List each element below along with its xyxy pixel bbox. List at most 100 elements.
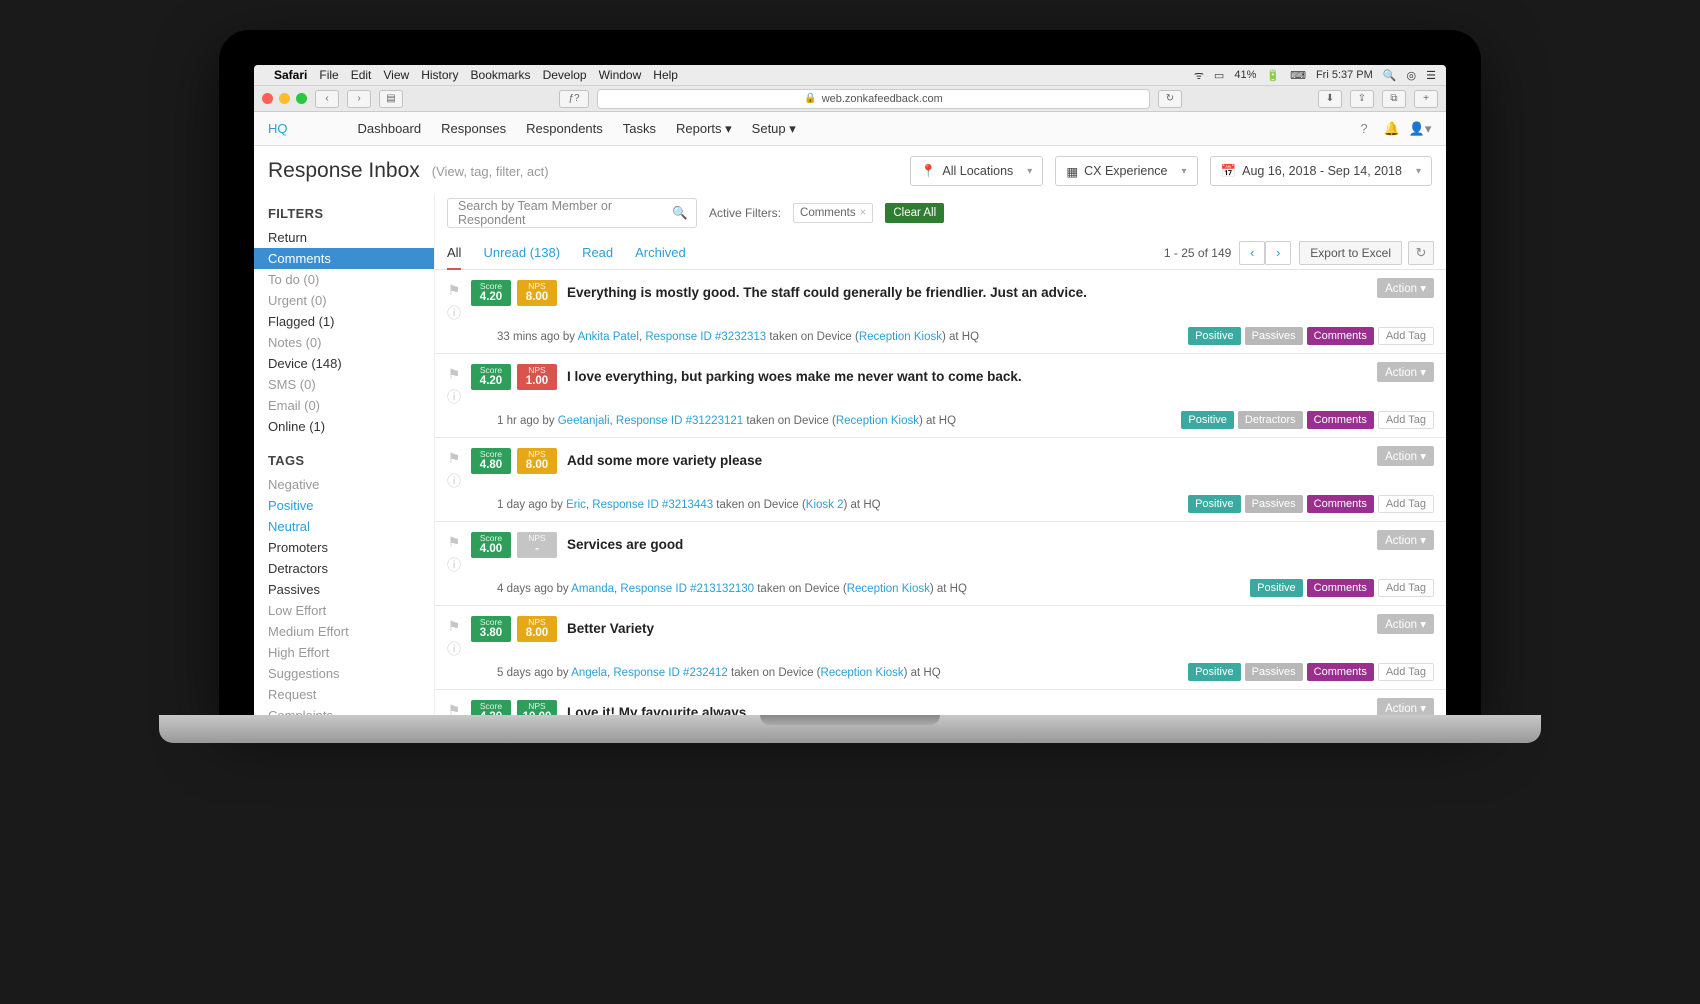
device-link[interactable]: Reception Kiosk xyxy=(847,583,930,595)
help-icon[interactable]: ? xyxy=(1352,121,1376,136)
response-row[interactable]: ⚑ ⓘ Score3.80 NPS8.00 Better Variety 5 d… xyxy=(435,606,1446,690)
sidebar-tag-item[interactable]: Positive xyxy=(254,495,434,516)
mac-menu-item[interactable]: File xyxy=(319,68,338,82)
mac-menu-item[interactable]: Bookmarks xyxy=(471,68,531,82)
mac-menu-item[interactable]: Help xyxy=(653,68,678,82)
response-id-link[interactable]: Response ID #213132130 xyxy=(620,583,754,595)
response-row[interactable]: ⚑ ⓘ Score4.00 NPS- Services are good 4 d… xyxy=(435,522,1446,606)
tag-chip[interactable]: Comments xyxy=(1307,411,1374,429)
tag-chip[interactable]: Comments xyxy=(1307,495,1374,513)
share-button[interactable]: ⇪ xyxy=(1350,90,1374,108)
new-tab-button[interactable]: + xyxy=(1414,90,1438,108)
clock[interactable]: Fri 5:37 PM xyxy=(1316,69,1373,81)
tag-chip[interactable]: Positive xyxy=(1188,663,1241,681)
sidebar-tag-item[interactable]: Negative xyxy=(254,474,434,495)
sidebar-filter-item[interactable]: SMS (0) xyxy=(254,374,434,395)
tag-chip[interactable]: Passives xyxy=(1245,327,1303,345)
refresh-button[interactable]: ↻ xyxy=(1408,241,1434,265)
active-filter-chip[interactable]: Comments× xyxy=(793,203,873,223)
nav-item[interactable]: Reports ▾ xyxy=(676,121,732,136)
nav-item[interactable]: Setup ▾ xyxy=(752,121,796,136)
search-icon[interactable]: 🔍 xyxy=(672,206,688,221)
info-icon[interactable]: ⓘ xyxy=(447,555,461,575)
info-icon[interactable]: ⓘ xyxy=(447,303,461,323)
tab[interactable]: Archived xyxy=(635,245,686,268)
flag-icon[interactable]: ⚑ xyxy=(448,450,461,467)
app-name[interactable]: Safari xyxy=(274,68,307,82)
sidebar-tag-item[interactable]: Neutral xyxy=(254,516,434,537)
export-button[interactable]: Export to Excel xyxy=(1299,241,1402,265)
tag-chip[interactable]: Positive xyxy=(1188,495,1241,513)
reload-button[interactable]: ↻ xyxy=(1158,90,1182,108)
sidebar-filter-item[interactable]: Flagged (1) xyxy=(254,311,434,332)
sidebar-filter-item[interactable]: Email (0) xyxy=(254,395,434,416)
info-icon[interactable]: ⓘ xyxy=(447,471,461,491)
wifi-icon[interactable]: ᯤ xyxy=(1194,68,1204,83)
sidebar-tag-item[interactable]: Detractors xyxy=(254,558,434,579)
sidebar-filter-item[interactable]: Notes (0) xyxy=(254,332,434,353)
device-link[interactable]: Reception Kiosk xyxy=(821,667,904,679)
minimize-window-icon[interactable] xyxy=(279,93,290,104)
add-tag-button[interactable]: Add Tag xyxy=(1378,327,1434,345)
tag-chip[interactable]: Detractors xyxy=(1238,411,1303,429)
add-tag-button[interactable]: Add Tag xyxy=(1378,579,1434,597)
sidebar-filter-item[interactable]: Online (1) xyxy=(254,416,434,437)
sidebar-tag-item[interactable]: Complaints xyxy=(254,705,434,715)
tag-chip[interactable]: Comments xyxy=(1307,579,1374,597)
response-row[interactable]: ⚑ ⓘ Score4.20 NPS1.00 I love everything,… xyxy=(435,354,1446,438)
survey-picker[interactable]: ▦ CX Experience ▾ xyxy=(1055,156,1197,186)
sidebar-filter-item[interactable]: To do (0) xyxy=(254,269,434,290)
device-link[interactable]: Kiosk 2 xyxy=(806,499,844,511)
action-button[interactable]: Action ▾ xyxy=(1377,698,1434,715)
mac-menu-item[interactable]: History xyxy=(421,68,458,82)
tab[interactable]: All xyxy=(447,245,461,270)
add-tag-button[interactable]: Add Tag xyxy=(1378,663,1434,681)
sidebar-tag-item[interactable]: Promoters xyxy=(254,537,434,558)
add-tag-button[interactable]: Add Tag xyxy=(1378,411,1434,429)
response-id-link[interactable]: Response ID #3232313 xyxy=(645,331,766,343)
user-menu-icon[interactable]: 👤▾ xyxy=(1408,121,1432,137)
device-link[interactable]: Reception Kiosk xyxy=(836,415,919,427)
respondent-link[interactable]: Geetanjali xyxy=(558,415,610,427)
sidebar-filter-item[interactable]: Urgent (0) xyxy=(254,290,434,311)
mac-menu-item[interactable]: Edit xyxy=(351,68,372,82)
tag-chip[interactable]: Positive xyxy=(1250,579,1303,597)
flag-icon[interactable]: ⚑ xyxy=(448,366,461,383)
action-button[interactable]: Action ▾ xyxy=(1377,446,1434,466)
tab[interactable]: Read xyxy=(582,245,613,268)
action-button[interactable]: Action ▾ xyxy=(1377,362,1434,382)
add-tag-button[interactable]: Add Tag xyxy=(1378,495,1434,513)
response-id-link[interactable]: Response ID #31223121 xyxy=(616,415,743,427)
back-button[interactable]: ‹ xyxy=(315,90,339,108)
flag-icon[interactable]: ⚑ xyxy=(448,534,461,551)
flag-icon[interactable]: ⚑ xyxy=(448,702,461,715)
respondent-link[interactable]: Ankita Patel xyxy=(578,331,639,343)
flag-icon[interactable]: ⚑ xyxy=(448,618,461,635)
mac-menu-item[interactable]: Window xyxy=(599,68,642,82)
tag-chip[interactable]: Passives xyxy=(1245,495,1303,513)
next-page-button[interactable]: › xyxy=(1265,241,1291,265)
response-row[interactable]: ⚑ ⓘ Score4.80 NPS8.00 Add some more vari… xyxy=(435,438,1446,522)
prev-page-button[interactable]: ‹ xyxy=(1239,241,1265,265)
sidebar-filter-item[interactable]: Device (148) xyxy=(254,353,434,374)
respondent-link[interactable]: Eric xyxy=(566,499,586,511)
search-spotlight-icon[interactable]: 🔍 xyxy=(1383,69,1397,82)
nav-item[interactable]: Responses xyxy=(441,121,506,136)
nav-item[interactable]: Tasks xyxy=(623,121,656,136)
sidebar-tag-item[interactable]: High Effort xyxy=(254,642,434,663)
tag-chip[interactable]: Positive xyxy=(1188,327,1241,345)
location-picker[interactable]: 📍 All Locations ▾ xyxy=(910,156,1043,186)
nav-item[interactable]: Respondents xyxy=(526,121,603,136)
close-window-icon[interactable] xyxy=(262,93,273,104)
daterange-picker[interactable]: 📅 Aug 16, 2018 - Sep 14, 2018 ▾ xyxy=(1210,156,1432,186)
display-icon[interactable]: ▭ xyxy=(1214,69,1224,82)
search-input[interactable]: Search by Team Member or Respondent 🔍 xyxy=(447,198,697,228)
flag-icon[interactable]: ⚑ xyxy=(448,282,461,299)
nav-item[interactable]: Dashboard xyxy=(358,121,422,136)
forward-button[interactable]: › xyxy=(347,90,371,108)
mac-menu-item[interactable]: View xyxy=(383,68,409,82)
mac-menu-item[interactable]: Develop xyxy=(543,68,587,82)
response-id-link[interactable]: Response ID #232412 xyxy=(613,667,727,679)
action-button[interactable]: Action ▾ xyxy=(1377,278,1434,298)
tag-chip[interactable]: Positive xyxy=(1181,411,1234,429)
